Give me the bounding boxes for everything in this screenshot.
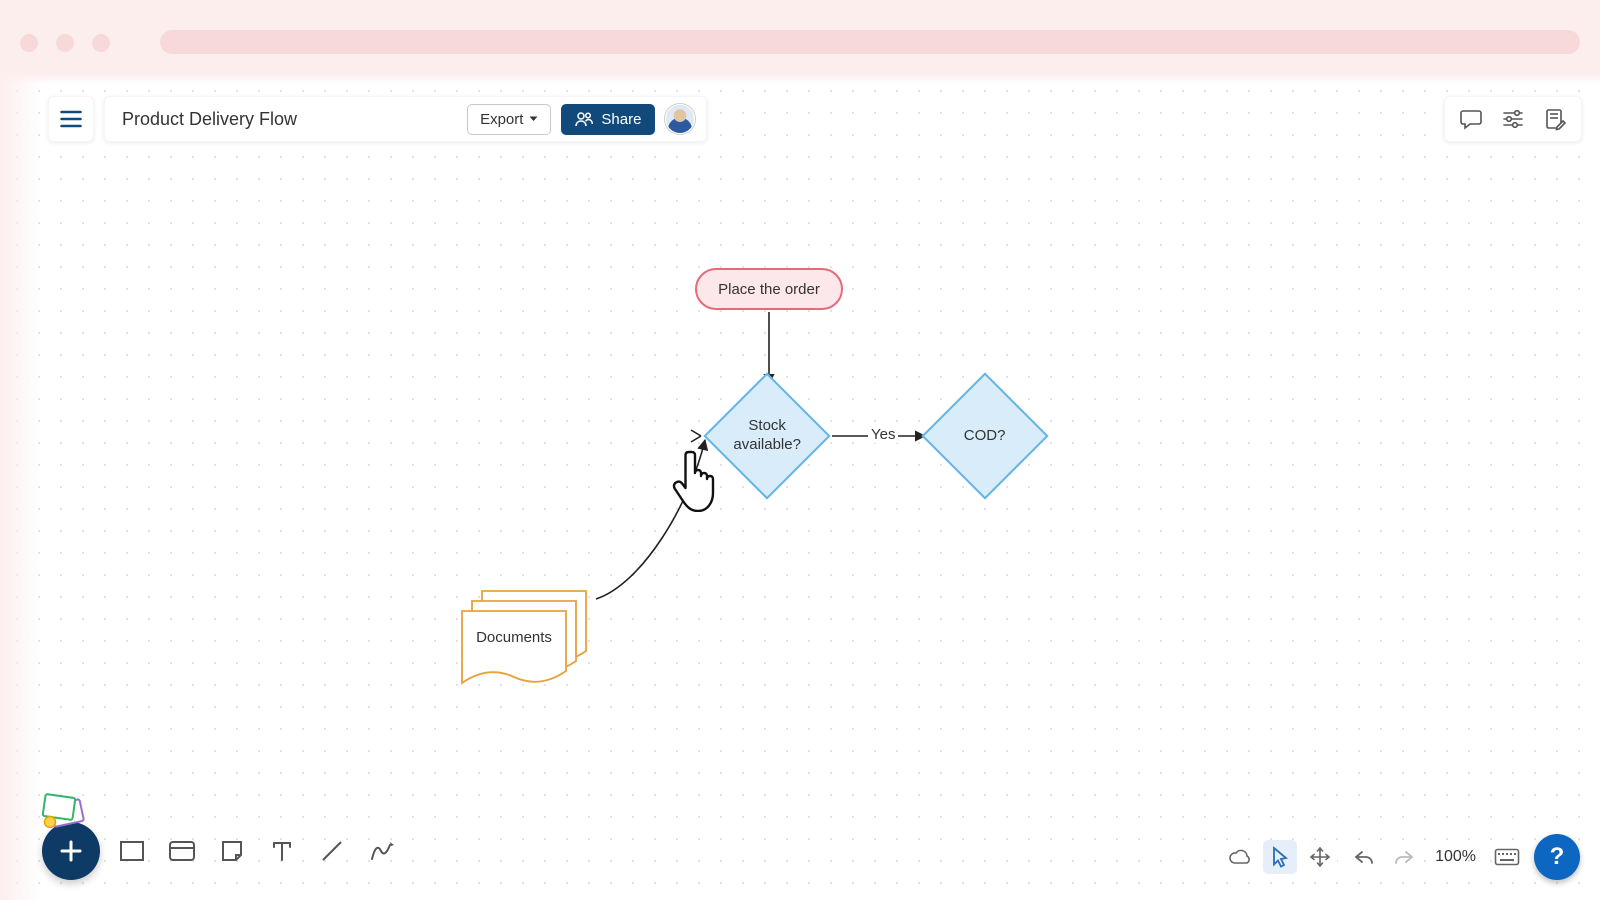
redo-icon (1393, 849, 1415, 865)
address-bar-placeholder (160, 30, 1580, 54)
flow-decision-stock-label: Stock available? (724, 417, 810, 455)
left-fade (0, 74, 42, 900)
cursor-icon (1270, 846, 1290, 868)
flow-edge-yes-label: Yes (868, 426, 898, 443)
plus-icon (58, 838, 84, 864)
user-avatar[interactable] (665, 104, 695, 134)
card-icon (168, 840, 196, 862)
flow-decision-cod[interactable]: COD? (921, 372, 1048, 499)
caret-down-icon (529, 116, 538, 122)
top-left-toolbar: Product Delivery Flow Export Share (48, 96, 707, 142)
canvas-mode-cluster (1223, 840, 1337, 874)
window-dot (56, 34, 74, 52)
text-tool[interactable] (264, 833, 300, 869)
history-cluster (1347, 840, 1421, 874)
hand-cursor-icon (672, 446, 726, 512)
comments-button[interactable] (1450, 99, 1492, 139)
window-dot (20, 34, 38, 52)
window-dot (92, 34, 110, 52)
keyboard-shortcuts-button[interactable] (1490, 840, 1524, 874)
flow-decision-cod-label: COD? (964, 427, 1006, 446)
diagram-canvas[interactable]: Product Delivery Flow Export Share (0, 74, 1600, 900)
bottom-right-toolbar: 100% ? (1223, 834, 1580, 880)
settings-sliders-button[interactable] (1492, 99, 1534, 139)
sticky-note-icon (220, 839, 244, 863)
rectangle-tool[interactable] (114, 833, 150, 869)
main-menu-button[interactable] (48, 96, 94, 142)
pan-mode-button[interactable] (1303, 840, 1337, 874)
flow-documents-node[interactable]: Documents (460, 589, 596, 683)
window-control-dots (20, 34, 110, 52)
connectors-layer (0, 74, 1600, 900)
card-tool[interactable] (164, 833, 200, 869)
chat-bubble-icon (1459, 108, 1483, 130)
help-label: ? (1550, 843, 1565, 871)
export-button-label: Export (480, 111, 523, 128)
rectangle-icon (119, 840, 145, 862)
select-mode-button[interactable] (1263, 840, 1297, 874)
add-shape-button[interactable] (42, 822, 100, 880)
keyboard-icon (1494, 848, 1520, 866)
undo-icon (1353, 849, 1375, 865)
document-title[interactable]: Product Delivery Flow (122, 109, 457, 130)
sliders-icon (1501, 108, 1525, 130)
help-button[interactable]: ? (1534, 834, 1580, 880)
freehand-icon (368, 839, 396, 863)
text-icon (271, 839, 293, 863)
page-edit-icon (1543, 107, 1567, 131)
flow-documents-label: Documents (460, 629, 568, 646)
move-icon (1309, 846, 1331, 868)
export-button[interactable]: Export (467, 104, 551, 135)
zoom-level-display[interactable]: 100% (1431, 848, 1480, 866)
sticky-note-tool[interactable] (214, 833, 250, 869)
shapes-peek-icon (38, 792, 94, 828)
redo-button[interactable] (1387, 840, 1421, 874)
share-button-label: Share (601, 111, 641, 128)
flow-decision-stock[interactable]: Stock available? (703, 372, 830, 499)
top-fade (0, 74, 1600, 84)
people-icon (575, 111, 593, 127)
shape-tools (114, 833, 400, 869)
cloud-icon (1228, 848, 1252, 866)
edit-page-button[interactable] (1534, 99, 1576, 139)
share-button[interactable]: Share (561, 104, 655, 135)
line-tool[interactable] (314, 833, 350, 869)
freehand-tool[interactable] (364, 833, 400, 869)
flow-start-node[interactable]: Place the order (695, 268, 843, 310)
top-right-toolbar (1444, 96, 1582, 142)
title-pill: Product Delivery Flow Export Share (104, 96, 707, 142)
hamburger-icon (60, 110, 82, 128)
cloud-sync-button[interactable] (1223, 840, 1257, 874)
browser-chrome (0, 0, 1600, 74)
bottom-left-toolbar (42, 822, 400, 880)
undo-button[interactable] (1347, 840, 1381, 874)
line-icon (319, 838, 345, 864)
flow-start-label: Place the order (718, 281, 820, 298)
